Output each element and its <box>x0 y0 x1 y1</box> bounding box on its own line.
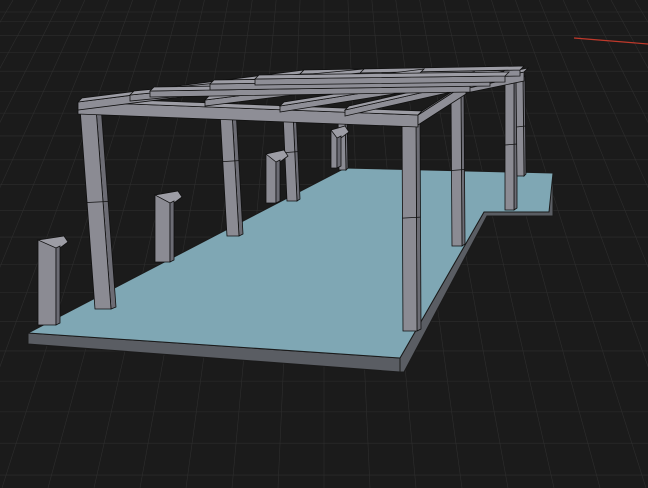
grid-line <box>0 0 133 368</box>
column[interactable] <box>504 77 518 211</box>
grid-line <box>515 0 648 368</box>
grid-line <box>0 0 38 69</box>
grid-line <box>0 0 14 23</box>
post-side-face <box>275 159 281 204</box>
column[interactable] <box>219 109 244 237</box>
column[interactable] <box>515 75 527 177</box>
column-front-face <box>401 117 418 332</box>
hooked-post[interactable] <box>36 235 69 326</box>
post-front-face <box>265 153 277 204</box>
post-side-face <box>169 200 175 263</box>
post-side-face <box>336 135 342 169</box>
3d-viewport[interactable] <box>0 0 648 488</box>
grid-line <box>539 0 648 268</box>
post-side-face <box>55 245 61 326</box>
scene-canvas[interactable] <box>0 0 648 488</box>
column[interactable] <box>450 92 466 247</box>
column[interactable] <box>401 115 422 332</box>
grid-line <box>610 0 648 69</box>
hooked-post[interactable] <box>265 149 289 204</box>
post-front-face <box>154 194 171 263</box>
column[interactable] <box>79 105 117 310</box>
post-front-face <box>37 239 57 326</box>
grid-line <box>1 0 157 488</box>
hooked-post[interactable] <box>153 190 183 263</box>
x-axis-line <box>573 37 648 45</box>
grid-line <box>634 0 648 23</box>
grid-line <box>562 0 648 189</box>
